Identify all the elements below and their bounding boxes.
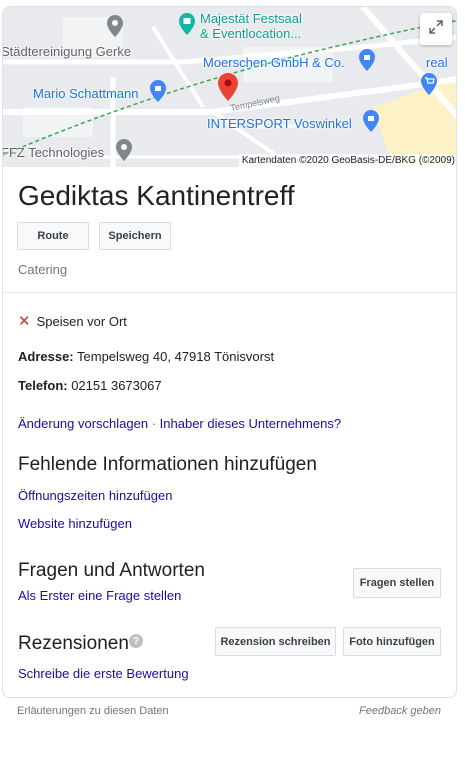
knowledge-panel: Majestät Festsaal & Eventlocation... Stä…: [2, 6, 457, 698]
dine-in-status: ✕ Speisen vor Ort: [18, 312, 127, 330]
place-grey-icon[interactable]: [107, 15, 123, 42]
map[interactable]: Majestät Festsaal & Eventlocation... Stä…: [3, 7, 456, 167]
add-photo-button[interactable]: Foto hinzufügen: [343, 627, 441, 656]
map-label-moerschen[interactable]: Moerschen GmbH & Co.: [203, 55, 345, 70]
expand-map-button[interactable]: [420, 13, 452, 45]
dine-in-label: Speisen vor Ort: [36, 313, 127, 329]
shopping-bag-icon[interactable]: [359, 49, 375, 76]
add-hours-link[interactable]: Öffnungszeiten hinzufügen: [18, 488, 172, 503]
ask-question-button[interactable]: Fragen stellen: [353, 568, 441, 598]
ask-first-question-link[interactable]: Als Erster eine Frage stellen: [18, 588, 181, 603]
map-label-ffz[interactable]: FFZ Technologies: [3, 145, 104, 160]
data-explanations-link[interactable]: Erläuterungen zu diesen Daten: [17, 705, 169, 717]
map-label-staedtereinigung[interactable]: Städtereinigung Gerke: [3, 44, 131, 59]
write-first-review-link[interactable]: Schreibe die erste Bewertung: [18, 666, 189, 681]
edit-links: Änderung vorschlagen · Inhaber dieses Un…: [18, 416, 341, 431]
write-review-button[interactable]: Rezension schreiben: [215, 627, 336, 656]
shopping-bag-icon[interactable]: [363, 110, 379, 137]
help-icon[interactable]: ?: [129, 634, 143, 648]
place-grey-icon[interactable]: [116, 139, 132, 166]
phone-label: Telefon:: [18, 378, 68, 393]
business-category: Catering: [18, 262, 68, 277]
map-label-schattmann[interactable]: Mario Schattmann: [33, 86, 139, 101]
owner-link[interactable]: Inhaber dieses Unternehmens?: [160, 416, 341, 431]
map-label-festsaal[interactable]: Majestät Festsaal: [200, 11, 302, 26]
suggest-edit-link[interactable]: Änderung vorschlagen: [18, 416, 148, 431]
phone-value[interactable]: 02151 3673067: [68, 378, 161, 393]
save-button[interactable]: Speichern: [99, 222, 171, 250]
address-row: Adresse: Tempelsweg 40, 47918 Tönisvorst: [18, 349, 274, 364]
address-value[interactable]: Tempelsweg 40, 47918 Tönisvorst: [74, 349, 274, 364]
feedback-link[interactable]: Feedback geben: [359, 705, 441, 717]
divider: [3, 292, 456, 293]
missing-info-title: Fehlende Informationen hinzufügen: [18, 454, 317, 475]
link-separator: ·: [148, 416, 160, 431]
shopping-cart-icon[interactable]: [421, 73, 437, 100]
shopping-bag-icon[interactable]: [150, 80, 166, 107]
qa-title: Fragen und Antworten: [18, 560, 205, 581]
business-name: Gediktas Kantinentreff: [18, 180, 295, 211]
map-attribution: Kartendaten ©2020 GeoBasis-DE/BKG (©2009…: [238, 154, 456, 167]
reviews-title: Rezensionen: [18, 633, 129, 654]
address-label: Adresse:: [18, 349, 74, 364]
map-label-eventlocation[interactable]: & Eventlocation...: [200, 26, 301, 41]
expand-icon: [428, 19, 444, 40]
map-label-real[interactable]: real: [426, 55, 448, 70]
close-icon: ✕: [18, 313, 31, 330]
phone-row: Telefon: 02151 3673067: [18, 378, 162, 393]
map-label-intersport[interactable]: INTERSPORT Voswinkel: [207, 116, 352, 131]
event-venue-icon[interactable]: [179, 13, 195, 40]
add-website-link[interactable]: Website hinzufügen: [18, 516, 132, 531]
route-button[interactable]: Route: [17, 222, 89, 250]
